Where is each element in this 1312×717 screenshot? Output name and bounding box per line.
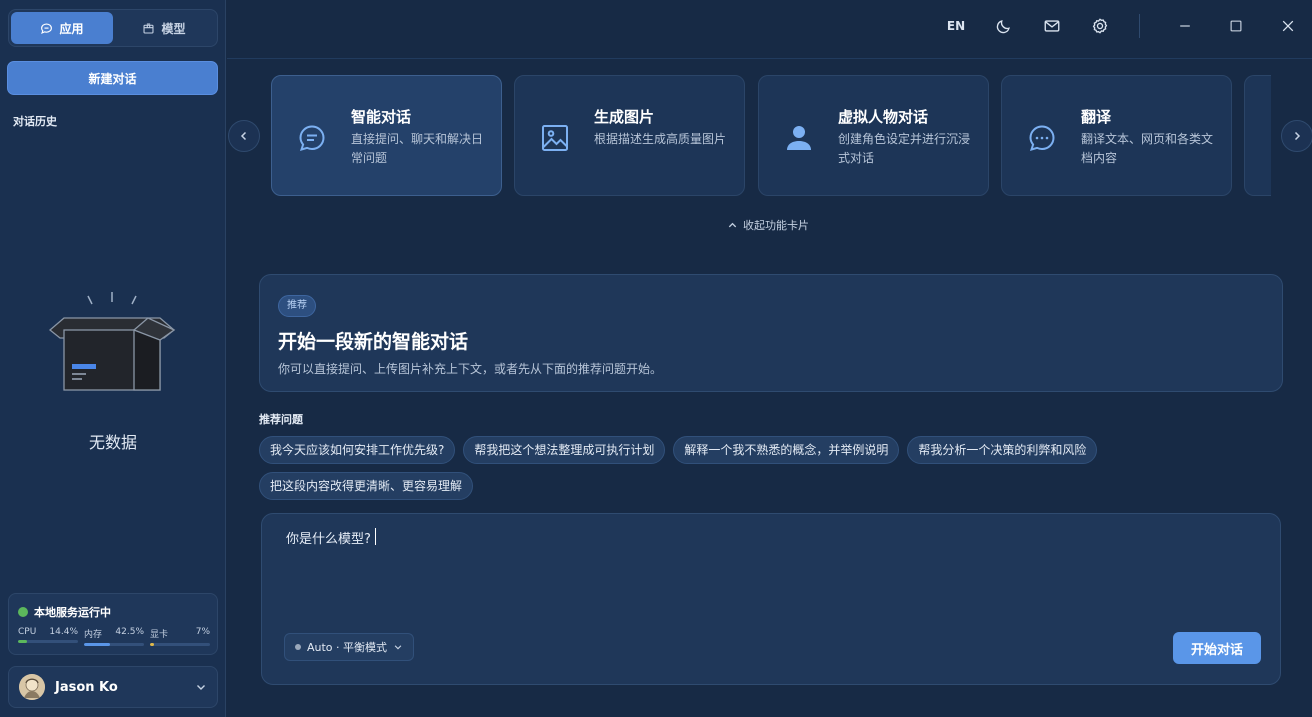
card-desc: 翻译文本、网页和各类文档内容	[1081, 132, 1214, 165]
avatar	[19, 674, 45, 700]
chat-bubble-icon	[41, 22, 53, 34]
card-title: 翻译	[1081, 108, 1112, 126]
message-input[interactable]: 你是什么模型?	[286, 528, 1246, 628]
suggestion-chip[interactable]: 帮我把这个想法整理成可执行计划	[463, 436, 666, 464]
empty-box-icon	[48, 292, 176, 391]
carousel-next-button[interactable]	[1281, 120, 1312, 152]
suggestions-title: 推荐问题	[259, 413, 303, 426]
feature-card-chat[interactable]: 智能对话 直接提问、聊天和解决日常问题	[271, 75, 502, 196]
chevron-right-icon	[1294, 131, 1301, 141]
metric-bar-fill	[150, 643, 155, 646]
language-toggle[interactable]: EN	[946, 16, 966, 36]
image-icon	[542, 125, 568, 151]
person-icon	[787, 126, 811, 150]
service-status-card: 本地服务运行中 CPU 14.4% 内存 42.5% 显卡 7%	[8, 593, 218, 655]
metric-name: 显卡	[150, 630, 169, 640]
tab-models[interactable]: 模型	[113, 12, 215, 44]
minimize-icon[interactable]	[1175, 16, 1195, 36]
metric-bar-fill	[84, 643, 110, 646]
status-label: 本地服务运行中	[34, 606, 111, 619]
chat-icon	[299, 125, 325, 151]
metric-bar-fill	[18, 640, 27, 643]
metric-value: 14.4%	[49, 627, 78, 637]
tab-apps-label: 应用	[59, 21, 84, 36]
suggestion-chip[interactable]: 把这段内容改得更清晰、更容易理解	[259, 472, 474, 500]
carousel-prev-button[interactable]	[228, 120, 260, 152]
tab-apps[interactable]: 应用	[11, 12, 113, 44]
metric-name: CPU	[18, 627, 37, 637]
mail-icon[interactable]	[1042, 16, 1062, 36]
feature-card-image[interactable]: 生成图片 根据描述生成高质量图片	[514, 75, 745, 196]
new-chat-button[interactable]: 新建对话	[7, 61, 218, 95]
title-bar: EN	[227, 0, 1312, 52]
box-icon	[143, 23, 154, 33]
feature-card-persona[interactable]: 虚拟人物对话 创建角色设定并进行沉浸式对话	[758, 75, 989, 196]
metric-gpu: 显卡 7%	[150, 627, 210, 646]
feature-card-partial[interactable]	[1244, 75, 1271, 196]
metric-value: 7%	[195, 627, 210, 637]
card-desc: 直接提问、聊天和解决日常问题	[351, 132, 484, 165]
collapse-label: 收起功能卡片	[743, 219, 809, 232]
text-caret	[374, 528, 376, 545]
chevron-left-icon	[240, 131, 247, 141]
chevron-down-icon	[197, 685, 205, 690]
card-title: 虚拟人物对话	[838, 108, 929, 126]
welcome-panel: 推荐 开始一段新的智能对话 你可以直接提问、上传图片补充上下文，或者先从下面的推…	[259, 274, 1283, 392]
card-desc: 创建角色设定并进行沉浸式对话	[838, 132, 971, 165]
tab-models-label: 模型	[161, 21, 186, 36]
moon-icon[interactable]	[994, 16, 1014, 36]
mode-select[interactable]: Auto · 平衡模式	[284, 633, 415, 661]
metric-value: 42.5%	[115, 627, 144, 637]
user-menu[interactable]: Jason Ko	[8, 666, 218, 708]
resource-metrics: CPU 14.4% 内存 42.5% 显卡 7%	[18, 627, 210, 646]
maximize-icon[interactable]	[1226, 16, 1246, 36]
start-chat-button[interactable]: 开始对话	[1173, 632, 1261, 664]
settings-icon[interactable]	[1090, 16, 1110, 36]
card-title: 智能对话	[351, 108, 412, 126]
chevron-down-icon	[394, 645, 402, 650]
message-composer: 你是什么模型? Auto · 平衡模式 开始对话	[261, 513, 1281, 685]
chevron-up-icon	[728, 222, 737, 227]
collapse-cards-toggle[interactable]: 收起功能卡片	[727, 217, 809, 233]
sidebar: 应用 模型 新建对话 对话历史 无数据 本地服务运行中 CPU 14.4% 内存…	[0, 0, 226, 717]
empty-state-text: 无数据	[88, 433, 137, 452]
close-icon[interactable]	[1278, 16, 1298, 36]
metric-cpu: CPU 14.4%	[18, 627, 78, 646]
metric-name: 内存	[84, 630, 103, 640]
suggestion-chip[interactable]: 帮我分析一个决策的利弊和风险	[907, 436, 1098, 464]
welcome-desc: 你可以直接提问、上传图片补充上下文，或者先从下面的推荐问题开始。	[278, 362, 663, 376]
suggestion-chip[interactable]: 我今天应该如何安排工作优先级?	[259, 436, 456, 464]
suggestion-chip[interactable]: 解释一个我不熟悉的概念，并举例说明	[673, 436, 900, 464]
card-title: 生成图片	[594, 108, 655, 126]
user-name: Jason Ko	[55, 679, 118, 695]
status-dot	[18, 607, 28, 617]
suggestion-chips: 我今天应该如何安排工作优先级? 帮我把这个想法整理成可执行计划 解释一个我不熟悉…	[259, 436, 1139, 500]
mode-dot	[295, 644, 301, 650]
app-model-switch: 应用 模型	[8, 9, 218, 47]
card-desc: 根据描述生成高质量图片	[594, 132, 727, 146]
mode-label: Auto · 平衡模式	[307, 641, 388, 654]
metric-memory: 内存 42.5%	[84, 627, 144, 646]
dots-bubble-icon	[1029, 125, 1055, 151]
header-divider	[227, 58, 1312, 59]
history-title: 对话历史	[13, 115, 57, 128]
recommend-badge: 推荐	[278, 295, 316, 317]
welcome-title: 开始一段新的智能对话	[278, 331, 469, 353]
feature-card-translate[interactable]: 翻译 翻译文本、网页和各类文档内容	[1001, 75, 1232, 196]
titlebar-divider	[1139, 14, 1140, 38]
